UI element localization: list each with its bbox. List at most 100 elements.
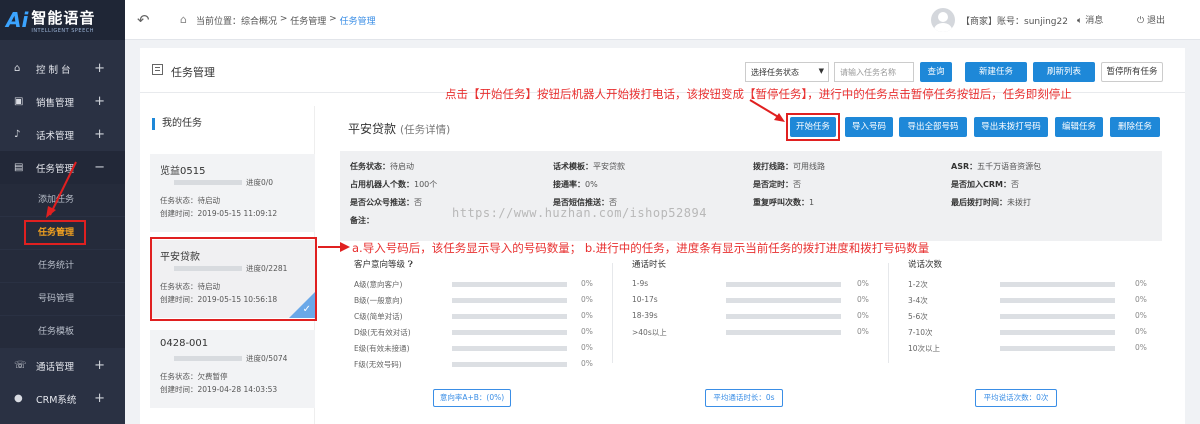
sidebar-item-label: 话术管理 — [36, 130, 75, 142]
sidebar-item-label: CRM系统 — [36, 394, 77, 406]
progress-bar — [174, 180, 242, 185]
task-progress: 进度0/5074 — [246, 354, 288, 363]
status-select[interactable]: 选择任务状态 — [745, 62, 829, 82]
annotation-arrow — [46, 161, 77, 218]
sidebar-item-dashboard[interactable]: ⌂ 控 制 台 + — [0, 52, 125, 85]
sidebar-item-label: 控 制 台 — [36, 64, 71, 76]
account-label: 【商家】账号：sunjing22 — [961, 17, 1068, 27]
stat-row-label: D级(无有效对话) — [354, 328, 411, 337]
sidebar-item-calls[interactable]: ☏ 通话管理 + — [0, 349, 125, 382]
stat-percent: 0% — [581, 327, 593, 336]
stat-row-label: B级(一般意向) — [354, 296, 403, 305]
export-undialed-button[interactable]: 导出未拨打号码 — [974, 117, 1048, 137]
refresh-list-button[interactable]: 刷新列表 — [1033, 62, 1095, 82]
stat-bar — [452, 298, 567, 303]
breadcrumb-item[interactable]: 当前位置：综合概况 — [196, 14, 277, 27]
page-title: 任务管理 — [171, 66, 215, 79]
sidebar-subitem-task-stats[interactable]: 任务统计 — [0, 250, 125, 282]
task-created: 创建时间：2019-05-15 11:09:12 — [160, 209, 278, 218]
stat-bar — [1000, 346, 1115, 351]
sidebar-item-sales[interactable]: ▣ 销售管理 + — [0, 85, 125, 118]
stat-row-label: E级(有效未接通) — [354, 344, 410, 353]
stat-percent: 0% — [581, 311, 593, 320]
avg-duration-button[interactable]: 平均通话时长：0s — [705, 389, 783, 407]
stat-row-label: 5-6次 — [908, 312, 928, 321]
stat-percent: 0% — [1135, 295, 1147, 304]
annotation-arrow — [318, 242, 350, 252]
user-icon: ● — [14, 393, 23, 404]
detail-title: 平安贷款 (任务详情) — [348, 120, 450, 137]
divider — [612, 263, 613, 363]
task-card[interactable]: 览益0515 进度0/0 任务状态：待启动 创建时间：2019-05-15 11… — [150, 154, 315, 232]
progress-bar — [174, 356, 242, 361]
stat-bar — [1000, 314, 1115, 319]
stat-bar — [452, 362, 567, 367]
task-icon: ▤ — [14, 162, 24, 173]
stat-percent: 0% — [581, 295, 593, 304]
sidebar-subitem-number-manage[interactable]: 号码管理 — [0, 283, 125, 315]
stat-percent: 0% — [857, 279, 869, 288]
duration-heading: 通话时长 — [632, 260, 667, 270]
highlight-box — [24, 220, 86, 245]
stat-bar — [452, 346, 567, 351]
stat-bar — [1000, 282, 1115, 287]
edit-task-button[interactable]: 编辑任务 — [1055, 117, 1103, 137]
task-name-input[interactable]: 请输入任务名称 — [834, 62, 914, 82]
pause-all-button[interactable]: 暂停所有任务 — [1101, 62, 1163, 82]
stat-bar — [726, 298, 841, 303]
stat-percent: 0% — [581, 343, 593, 352]
message-button[interactable]: 🔈︎ 消息 — [1077, 13, 1103, 26]
turns-heading: 说话次数 — [908, 260, 943, 270]
info-field: 重复呼叫次数：1 — [753, 198, 815, 207]
watermark: https://www.huzhan.com/ishop52894 — [452, 206, 707, 220]
message-label: 消息 — [1085, 16, 1104, 26]
expand-icon: + — [94, 127, 105, 142]
info-field: 拨打线路：可用线路 — [753, 162, 825, 171]
info-field: ASR：五千万语音资源包 — [951, 162, 1042, 171]
stat-percent: 0% — [857, 311, 869, 320]
stat-row-label: 18-39s — [632, 311, 658, 320]
stat-row-label: 1-2次 — [908, 280, 928, 289]
new-task-button[interactable]: 新建任务 — [965, 62, 1027, 82]
sidebar-item-label: 销售管理 — [36, 97, 75, 109]
intent-rate-button[interactable]: 意向率A+B：(0%) — [433, 389, 511, 407]
task-panel: 任务管理 选择任务状态 请输入任务名称 查询 新建任务 刷新列表 暂停所有任务 … — [140, 48, 1185, 424]
info-field: 是否加入CRM：否 — [951, 180, 1019, 189]
task-name: 0428-001 — [160, 338, 209, 349]
stat-row-label: >40s以上 — [632, 328, 667, 337]
expand-icon: + — [94, 61, 105, 76]
stat-bar — [1000, 298, 1115, 303]
task-info-box: 任务状态：待启动 话术模板：平安贷款 拨打线路：可用线路 ASR：五千万语音资源… — [340, 151, 1162, 241]
breadcrumb-item[interactable]: 任务管理 — [290, 14, 326, 27]
annotation-arrow — [749, 99, 785, 122]
info-field: 备注： — [350, 216, 374, 225]
logo-title: 智能语音 — [31, 8, 96, 27]
export-all-button[interactable]: 导出全部号码 — [899, 117, 967, 137]
sidebar-item-crm[interactable]: ● CRM系统 + — [0, 382, 125, 415]
avatar[interactable] — [931, 8, 955, 32]
back-icon[interactable]: ↶ — [137, 11, 150, 29]
import-numbers-button[interactable]: 导入号码 — [845, 117, 893, 137]
logout-button[interactable]: ⏻ 退出 — [1137, 13, 1165, 26]
sidebar-subitem-task-template[interactable]: 任务模板 — [0, 316, 125, 348]
sidebar-item-label: 通话管理 — [36, 361, 75, 373]
delete-task-button[interactable]: 删除任务 — [1110, 117, 1160, 137]
stat-row-label: 7-10次 — [908, 328, 933, 337]
stat-row-label: 3-4次 — [908, 296, 928, 305]
search-button[interactable]: 查询 — [920, 62, 952, 82]
avg-turns-button[interactable]: 平均说话次数：0次 — [975, 389, 1057, 407]
task-card[interactable]: 0428-001 进度0/5074 任务状态：欠费暂停 创建时间：2019-04… — [150, 330, 315, 408]
stat-percent: 0% — [1135, 327, 1147, 336]
breadcrumb-current: 任务管理 — [339, 17, 376, 27]
top-header: ↶ ⌂ 当前位置：综合概况 > 任务管理 > 任务管理 【商家】账号：sunji… — [125, 0, 1200, 40]
sidebar-item-script[interactable]: ♪ 话术管理 + — [0, 118, 125, 151]
help-icon[interactable]: ❓︎ — [408, 260, 413, 270]
stat-percent: 0% — [857, 295, 869, 304]
detail-subtitle: (任务详情) — [400, 124, 451, 136]
logo: Ai 智能语音 INTELLIGENT SPEECH — [0, 0, 125, 40]
stat-row-label: C级(简单对话) — [354, 312, 403, 321]
info-field: 是否公众号推送：否 — [350, 198, 422, 207]
stat-row-label: F级(无效号码) — [354, 360, 402, 369]
task-status: 任务状态：欠费暂停 — [160, 372, 228, 381]
speaker-icon: 🔈︎ — [1077, 16, 1083, 26]
